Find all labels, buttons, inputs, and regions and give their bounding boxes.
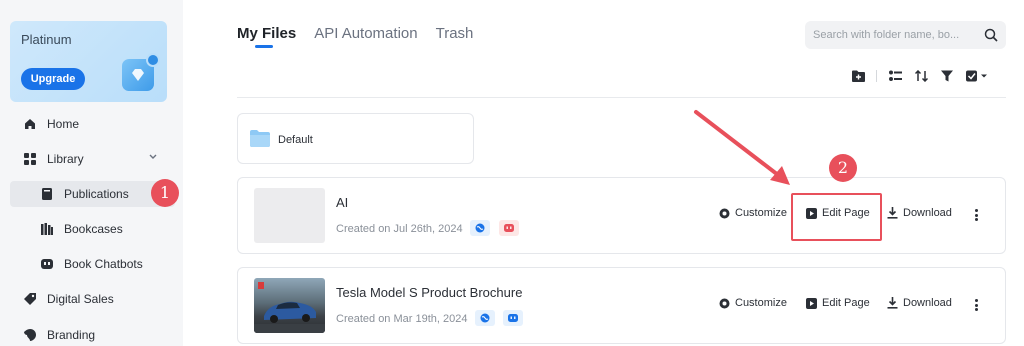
- home-icon: [23, 117, 37, 131]
- edit-page-label: Edit Page: [822, 297, 870, 309]
- download-icon: [887, 297, 898, 309]
- sidebar-item-book-chatbots[interactable]: Book Chatbots: [10, 251, 175, 277]
- tab-api-automation[interactable]: API Automation: [314, 25, 417, 42]
- chatbot-icon: [40, 257, 54, 271]
- sidebar-item-label: Bookcases: [64, 222, 123, 236]
- edit-page-highlight: [791, 193, 882, 241]
- step-marker-2: 2: [829, 154, 857, 182]
- download-label: Download: [903, 207, 952, 219]
- book-icon: [40, 187, 54, 201]
- web-publish-icon[interactable]: [470, 220, 490, 236]
- file-row[interactable]: Tesla Model S Product Brochure Created o…: [237, 267, 1006, 344]
- search-input[interactable]: [813, 21, 979, 49]
- sidebar-item-label: Publications: [64, 187, 129, 201]
- bookcase-icon: [40, 222, 54, 236]
- chevron-down-icon: [149, 154, 157, 159]
- edit-page-icon: [806, 297, 817, 309]
- step-marker-1: 1: [151, 179, 179, 207]
- car-image-icon: [254, 282, 325, 333]
- file-thumbnail[interactable]: [254, 278, 325, 333]
- new-folder-icon[interactable]: [850, 68, 866, 84]
- toolbar-divider-line: [237, 97, 1006, 98]
- select-icon[interactable]: [965, 68, 989, 84]
- file-title[interactable]: Tesla Model S Product Brochure: [336, 285, 522, 300]
- folder-name: Default: [278, 134, 313, 146]
- more-options-icon[interactable]: [971, 297, 981, 313]
- tab-trash[interactable]: Trash: [436, 25, 474, 42]
- file-created-date: Created on Jul 26th, 2024: [336, 223, 463, 235]
- list-view-icon[interactable]: [887, 68, 903, 84]
- customize-button[interactable]: Customize: [719, 207, 787, 219]
- more-options-icon[interactable]: [971, 207, 981, 223]
- sidebar-item-label: Book Chatbots: [64, 257, 143, 271]
- file-thumbnail[interactable]: [254, 188, 325, 243]
- annotation-arrow: [694, 110, 790, 185]
- sidebar-item-label: Home: [47, 117, 80, 131]
- plan-name: Platinum: [21, 32, 72, 47]
- web-publish-icon[interactable]: [475, 310, 495, 326]
- diamond-icon: [122, 53, 160, 91]
- customize-icon: [719, 208, 730, 219]
- active-tab-indicator: [255, 45, 273, 48]
- sidebar-item-label: Branding: [47, 328, 96, 342]
- file-created-date: Created on Mar 19th, 2024: [336, 313, 468, 325]
- sidebar-item-home[interactable]: Home: [10, 111, 175, 137]
- filter-icon[interactable]: [939, 68, 955, 84]
- sidebar-item-digital-sales[interactable]: Digital Sales: [10, 286, 175, 312]
- branding-icon: [23, 328, 37, 342]
- chatbot-status-icon[interactable]: [499, 220, 519, 236]
- sidebar-item-label: Digital Sales: [47, 292, 114, 306]
- sidebar: Platinum Upgrade Home Library Publicatio…: [0, 0, 183, 346]
- upgrade-button[interactable]: Upgrade: [21, 68, 85, 90]
- customize-icon: [719, 298, 730, 309]
- customize-button[interactable]: Customize: [719, 297, 787, 309]
- file-row[interactable]: AI Created on Jul 26th, 2024 Customize E…: [237, 177, 1006, 254]
- grid-icon: [23, 152, 37, 166]
- customize-label: Customize: [735, 207, 787, 219]
- toolbar: [850, 68, 999, 84]
- plan-card: Platinum Upgrade: [10, 21, 167, 102]
- download-label: Download: [903, 297, 952, 309]
- sort-icon[interactable]: [913, 68, 929, 84]
- edit-page-button[interactable]: Edit Page: [806, 297, 870, 309]
- tag-icon: [23, 292, 37, 306]
- search-icon[interactable]: [984, 28, 998, 42]
- folder-icon: [250, 130, 270, 147]
- folder-card[interactable]: Default: [237, 113, 474, 164]
- tab-my-files[interactable]: My Files: [237, 25, 296, 42]
- chatbot-status-icon[interactable]: [503, 310, 523, 326]
- tab-bar: My Files API Automation Trash: [237, 25, 473, 42]
- sidebar-item-branding[interactable]: Branding: [10, 322, 175, 346]
- customize-label: Customize: [735, 297, 787, 309]
- file-title[interactable]: AI: [336, 195, 348, 210]
- sidebar-item-label: Library: [47, 152, 84, 166]
- toolbar-divider: [876, 70, 877, 82]
- sidebar-item-bookcases[interactable]: Bookcases: [10, 216, 175, 242]
- download-icon: [887, 207, 898, 219]
- download-button[interactable]: Download: [887, 297, 952, 309]
- sidebar-item-library[interactable]: Library: [10, 146, 175, 172]
- search-box: [805, 21, 1006, 49]
- download-button[interactable]: Download: [887, 207, 952, 219]
